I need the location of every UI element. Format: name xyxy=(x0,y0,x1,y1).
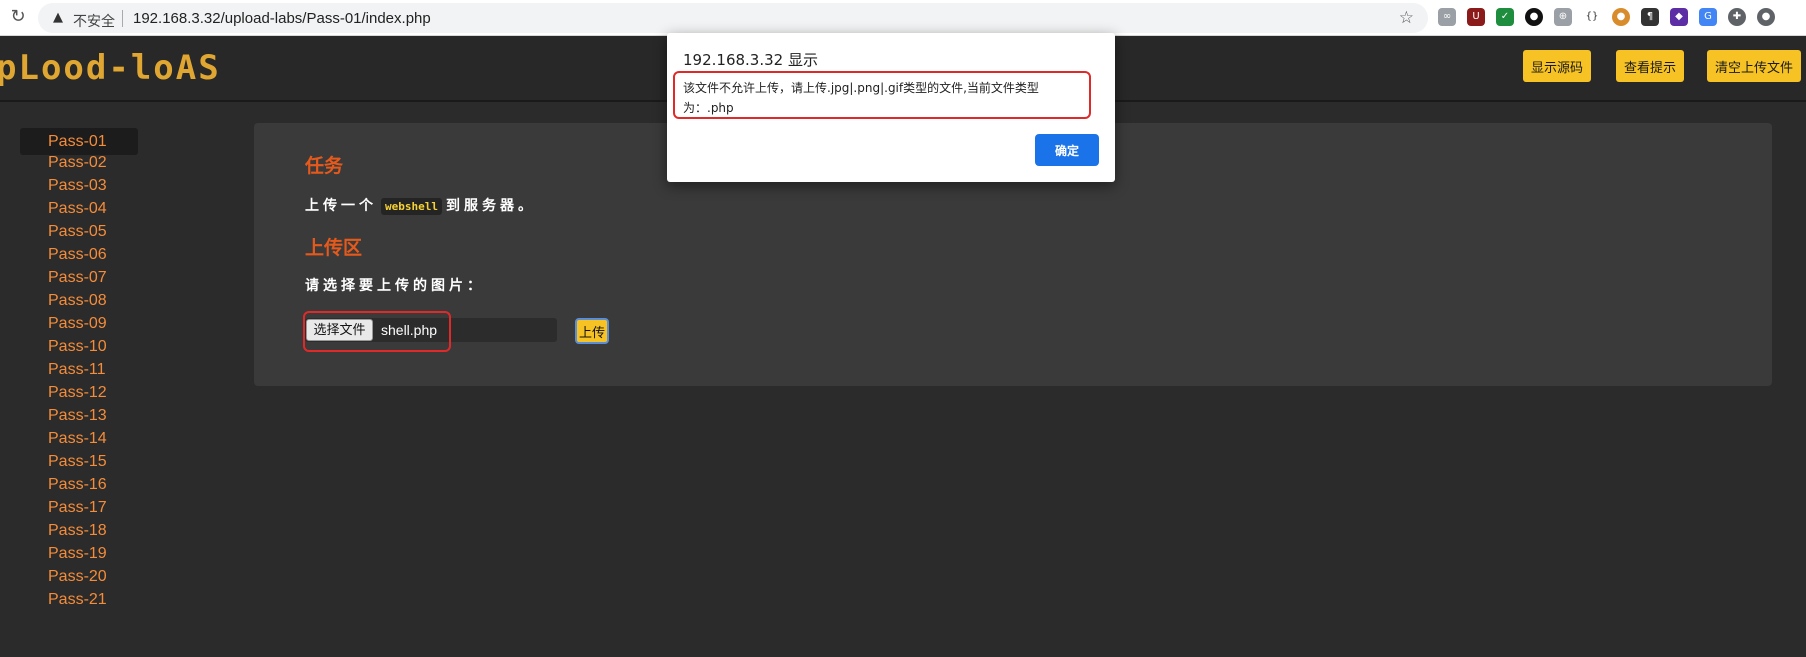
extension-icon-3[interactable]: ✓ xyxy=(1496,8,1514,26)
sidebar-item-pass-08[interactable]: Pass-08 xyxy=(20,289,138,312)
sidebar-item-pass-02[interactable]: Pass-02 xyxy=(20,151,138,174)
bookmark-star-icon[interactable]: ☆ xyxy=(1399,8,1414,28)
translate-icon[interactable]: G xyxy=(1699,8,1717,26)
warning-icon[interactable]: ▲ xyxy=(50,10,66,26)
sidebar-item-pass-15[interactable]: Pass-15 xyxy=(20,450,138,473)
webshell-code: webshell xyxy=(381,198,442,215)
insecure-label[interactable]: 不安全 xyxy=(73,11,115,31)
sidebar-item-pass-17[interactable]: Pass-17 xyxy=(20,496,138,519)
file-highlight-box xyxy=(303,311,451,352)
sidebar-item-pass-14[interactable]: Pass-14 xyxy=(20,427,138,450)
sidebar-item-pass-10[interactable]: Pass-10 xyxy=(20,335,138,358)
sidebar-item-pass-09[interactable]: Pass-09 xyxy=(20,312,138,335)
dialog-title: 192.168.3.32 显示 xyxy=(683,51,818,69)
dialog-message: 该文件不允许上传，请上传.jpg|.png|.gif类型的文件,当前文件类型为：… xyxy=(683,81,1039,115)
sidebar-item-pass-16[interactable]: Pass-16 xyxy=(20,473,138,496)
browser-toolbar: ↻ ▲ 不安全 192.168.3.32/upload-labs/Pass-01… xyxy=(0,0,1806,36)
sidebar-item-pass-13[interactable]: Pass-13 xyxy=(20,404,138,427)
view-hint-button[interactable]: 查看提示 xyxy=(1616,50,1684,82)
sidebar-item-pass-20[interactable]: Pass-20 xyxy=(20,565,138,588)
extension-icon-5[interactable]: ⊕ xyxy=(1554,8,1572,26)
address-separator xyxy=(122,10,123,27)
sidebar-item-pass-05[interactable]: Pass-05 xyxy=(20,220,138,243)
ublock-icon[interactable]: U xyxy=(1467,8,1485,26)
extension-icon-4[interactable]: ● xyxy=(1525,8,1543,26)
upload-button[interactable]: 上传 xyxy=(575,318,609,344)
task-prefix: 上传一个 xyxy=(305,198,377,214)
dialog-ok-button[interactable]: 确定 xyxy=(1035,134,1099,166)
puzzle-icon[interactable]: ✚ xyxy=(1728,8,1746,26)
upload-heading: 上传区 xyxy=(305,237,363,259)
choose-image-label: 请选择要上传的图片： xyxy=(305,278,485,294)
task-suffix: 到服务器。 xyxy=(445,198,536,214)
task-description: 上传一个 webshell 到服务器。 xyxy=(305,195,536,215)
clear-uploads-button[interactable]: 清空上传文件 xyxy=(1707,50,1801,82)
reload-icon[interactable]: ↻ xyxy=(8,7,28,27)
sidebar-item-pass-03[interactable]: Pass-03 xyxy=(20,174,138,197)
profile-icon[interactable]: ● xyxy=(1757,8,1775,26)
sidebar-item-pass-19[interactable]: Pass-19 xyxy=(20,542,138,565)
extension-icon-9[interactable]: ◆ xyxy=(1670,8,1688,26)
sidebar-item-pass-04[interactable]: Pass-04 xyxy=(20,197,138,220)
show-source-button[interactable]: 显示源码 xyxy=(1523,50,1591,82)
sidebar-item-pass-06[interactable]: Pass-06 xyxy=(20,243,138,266)
json-viewer-icon[interactable]: {} xyxy=(1583,8,1601,26)
extensions-area: ∞ U ✓ ● ⊕ {} ● ¶ ◆ G ✚ ● xyxy=(1438,8,1775,28)
sidebar-item-pass-12[interactable]: Pass-12 xyxy=(20,381,138,404)
sidebar-item-pass-07[interactable]: Pass-07 xyxy=(20,266,138,289)
cookie-icon[interactable]: ● xyxy=(1612,8,1630,26)
sidebar-nav: Pass-01 Pass-02 Pass-03 Pass-04 Pass-05 Pass-… xyxy=(20,128,138,611)
alert-dialog: 192.168.3.32 显示 该文件不允许上传，请上传.jpg|.png|.g… xyxy=(667,33,1115,182)
sidebar-item-pass-21[interactable]: Pass-21 xyxy=(20,588,138,611)
extension-icon-1[interactable]: ∞ xyxy=(1438,8,1456,26)
pilcrow-icon[interactable]: ¶ xyxy=(1641,8,1659,26)
url-text[interactable]: 192.168.3.32/upload-labs/Pass-01/index.p… xyxy=(133,10,431,27)
task-heading: 任务 xyxy=(305,155,344,177)
sidebar-item-pass-18[interactable]: Pass-18 xyxy=(20,519,138,542)
site-logo[interactable]: pLood-loAS xyxy=(0,48,221,88)
address-bar[interactable]: ▲ 不安全 192.168.3.32/upload-labs/Pass-01/i… xyxy=(38,3,1428,33)
sidebar-item-pass-11[interactable]: Pass-11 xyxy=(20,358,138,381)
